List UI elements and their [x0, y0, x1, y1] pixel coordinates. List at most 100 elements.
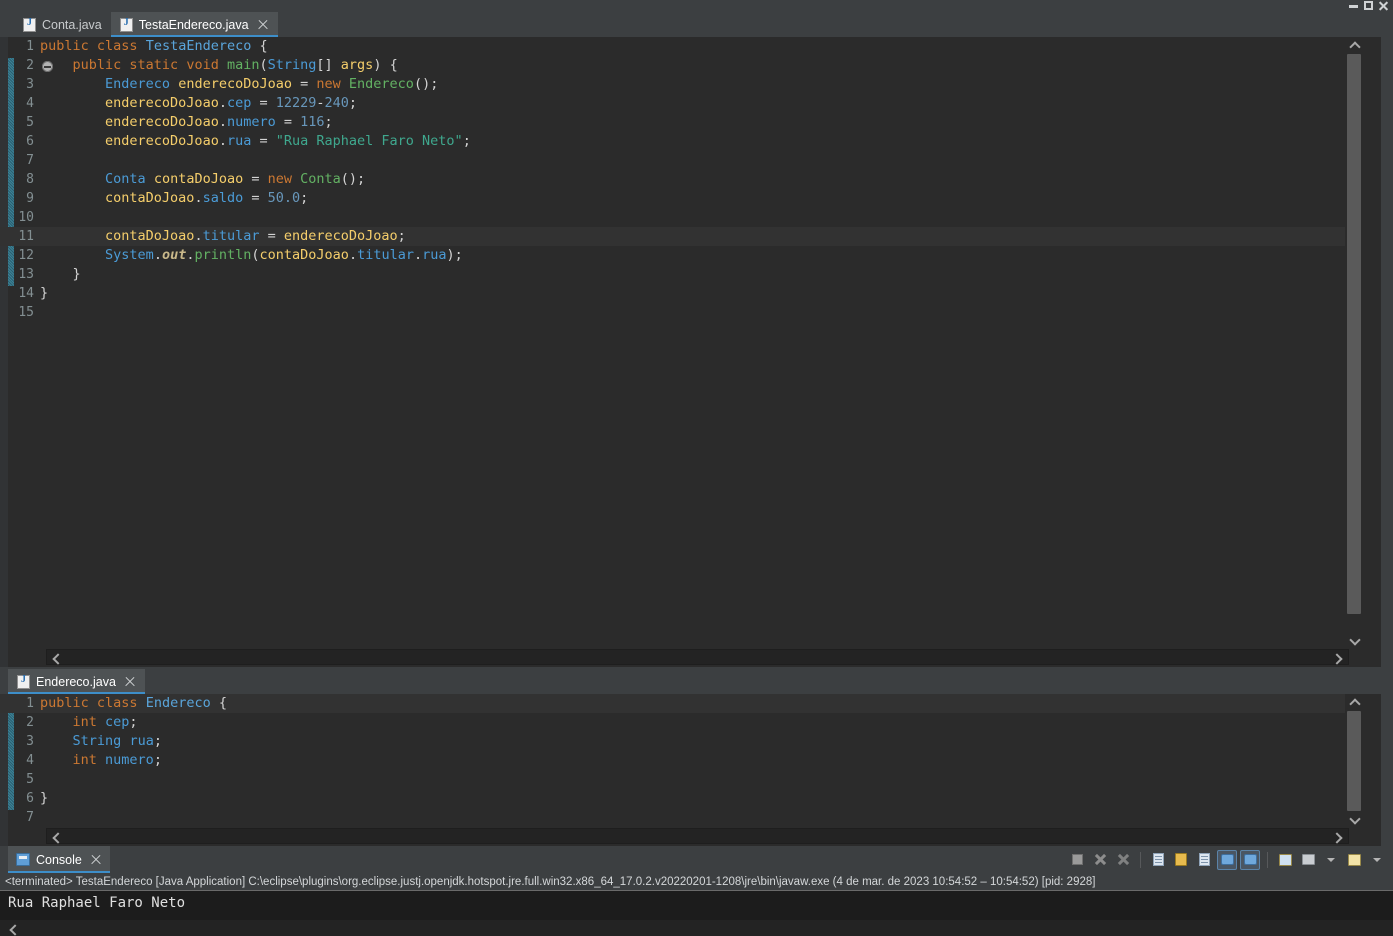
scroll-down-icon[interactable]	[1345, 811, 1363, 828]
scroll-down-icon[interactable]	[1345, 632, 1363, 649]
minimize-icon[interactable]	[1348, 1, 1359, 10]
editor-tabbar-bottom: Endereco.java	[0, 667, 1393, 694]
editor-endereco-java[interactable]: 1 public class Endereco {2 int cep; 3 Stri…	[0, 694, 1393, 846]
code-line[interactable]: 5	[0, 770, 1363, 789]
code-text: public static void main(String[] args) {	[72, 57, 398, 73]
line-number: 1	[26, 696, 34, 711]
window-controls	[1348, 1, 1389, 11]
tab-label: TestaEndereco.java	[138, 17, 249, 32]
code-line[interactable]: 1 public class TestaEndereco {	[0, 37, 1363, 56]
tab-testaendereco-java[interactable]: TestaEndereco.java	[110, 12, 278, 37]
scrollbar-thumb[interactable]	[1347, 711, 1361, 811]
scroll-left-icon[interactable]	[6, 921, 22, 935]
code-line[interactable]: 3 Endereco enderecoDoJoao = new Endereco…	[0, 75, 1363, 94]
code-text: Conta contaDoJoao = new Conta();	[105, 171, 366, 187]
show-console-on-output-button[interactable]	[1217, 849, 1237, 870]
terminate-button[interactable]	[1067, 850, 1087, 870]
code-text: contaDoJoao.saldo = 50.0;	[105, 190, 309, 206]
line-number: 11	[18, 229, 34, 244]
editor-testaendereco-java[interactable]: 1 public class TestaEndereco {2 public st…	[0, 37, 1393, 667]
code-text: enderecoDoJoao.cep = 12229-240;	[105, 95, 358, 111]
display-selected-console-button[interactable]	[1298, 850, 1318, 870]
code-line[interactable]: 9 contaDoJoao.saldo = 50.0;	[0, 189, 1363, 208]
console-horizontal-scrollbar[interactable]	[0, 920, 1393, 936]
line-number: 9	[26, 191, 34, 206]
code-line[interactable]: 13 }	[0, 265, 1363, 284]
horizontal-scrollbar-top[interactable]	[46, 649, 1349, 665]
vertical-scrollbar-bottom[interactable]	[1345, 694, 1363, 828]
word-wrap-button[interactable]	[1194, 850, 1214, 870]
line-number: 10	[18, 210, 34, 225]
code-text: int cep;	[72, 714, 138, 730]
scroll-left-icon[interactable]	[49, 829, 65, 843]
line-number: 7	[26, 153, 34, 168]
close-icon[interactable]	[1378, 1, 1389, 11]
toolbar-separator	[1140, 851, 1141, 868]
code-text: String rua;	[72, 733, 162, 749]
remove-launch-button[interactable]	[1090, 850, 1110, 870]
tab-console[interactable]: Console	[8, 846, 110, 873]
code-line[interactable]: 15	[0, 303, 1363, 322]
scrollbar-thumb[interactable]	[1347, 54, 1361, 614]
line-number: 2	[26, 715, 34, 730]
close-icon[interactable]	[257, 19, 269, 31]
code-line[interactable]: 11 contaDoJoao.titular = enderecoDoJoao;	[0, 227, 1363, 246]
eclipse-ide-window: Conta.java TestaEndereco.java 1 public cl…	[0, 0, 1393, 936]
code-line[interactable]: 8 Conta contaDoJoao = new Conta();	[0, 170, 1363, 189]
clear-console-icon	[1152, 853, 1164, 866]
close-icon[interactable]	[124, 676, 136, 688]
pin-console-icon	[1278, 853, 1292, 866]
tab-conta-java[interactable]: Conta.java	[14, 12, 111, 37]
code-line[interactable]: 14}	[0, 284, 1363, 303]
code-line[interactable]: 6}	[0, 789, 1363, 808]
scroll-right-icon[interactable]	[1330, 829, 1346, 843]
code-line[interactable]: 12 System.out.println(contaDoJoao.titula…	[0, 246, 1363, 265]
code-line[interactable]: 7	[0, 808, 1363, 827]
show-console-icon	[1220, 854, 1234, 865]
code-line[interactable]: 10	[0, 208, 1363, 227]
code-text: contaDoJoao.titular = enderecoDoJoao;	[105, 228, 406, 244]
vertical-scrollbar-top[interactable]	[1345, 37, 1363, 649]
maximize-icon[interactable]	[1363, 1, 1374, 10]
code-content-bottom[interactable]: 1 public class Endereco {2 int cep; 3 Stri…	[0, 694, 1363, 846]
clear-console-button[interactable]	[1148, 850, 1168, 870]
java-file-icon	[23, 17, 36, 32]
window-titlebar	[0, 0, 1393, 12]
scroll-up-icon[interactable]	[1345, 694, 1363, 711]
collapse-marker-icon[interactable]	[42, 61, 53, 72]
display-selected-console-dropdown[interactable]	[1321, 850, 1341, 870]
console-output[interactable]: Rua Raphael Faro Neto	[0, 890, 1393, 920]
code-line[interactable]: 2 int cep;	[0, 713, 1363, 732]
remove-all-x-icon	[1117, 853, 1130, 866]
code-line[interactable]: 6 enderecoDoJoao.rua = "Rua Raphael Faro…	[0, 132, 1363, 151]
overview-ruler-bottom[interactable]	[1381, 694, 1393, 846]
show-console-on-error-button[interactable]	[1240, 849, 1260, 870]
code-text: Endereco enderecoDoJoao = new Endereco()…	[105, 76, 439, 92]
line-number: 1	[26, 39, 34, 54]
scroll-left-icon[interactable]	[49, 650, 65, 664]
scroll-right-icon[interactable]	[1330, 650, 1346, 664]
code-line[interactable]: 3 String rua;	[0, 732, 1363, 751]
stop-square-icon	[1071, 854, 1083, 865]
code-line[interactable]: 4 enderecoDoJoao.cep = 12229-240;	[0, 94, 1363, 113]
tab-endereco-java[interactable]: Endereco.java	[8, 669, 145, 694]
code-line[interactable]: 2 public static void main(String[] args)…	[0, 56, 1363, 75]
open-console-button[interactable]	[1344, 850, 1364, 870]
code-line[interactable]: 1 public class Endereco {	[0, 694, 1363, 713]
scroll-up-icon[interactable]	[1345, 37, 1363, 54]
scroll-lock-button[interactable]	[1171, 850, 1191, 870]
code-content-top[interactable]: 1 public class TestaEndereco {2 public st…	[0, 37, 1363, 667]
code-line[interactable]: 7	[0, 151, 1363, 170]
pin-console-button[interactable]	[1275, 850, 1295, 870]
horizontal-scrollbar-bottom[interactable]	[46, 828, 1349, 844]
line-number: 13	[18, 267, 34, 282]
code-line[interactable]: 4 int numero;	[0, 751, 1363, 770]
open-console-dropdown[interactable]	[1367, 850, 1387, 870]
close-icon[interactable]	[90, 854, 102, 866]
remove-all-terminated-button[interactable]	[1113, 850, 1133, 870]
line-number: 4	[26, 96, 34, 111]
code-line[interactable]: 5 enderecoDoJoao.numero = 116;	[0, 113, 1363, 132]
console-launch-description: <terminated> TestaEndereco [Java Applica…	[0, 873, 1393, 890]
overview-ruler-top[interactable]	[1381, 37, 1393, 667]
code-text: System.out.println(contaDoJoao.titular.r…	[105, 247, 463, 263]
